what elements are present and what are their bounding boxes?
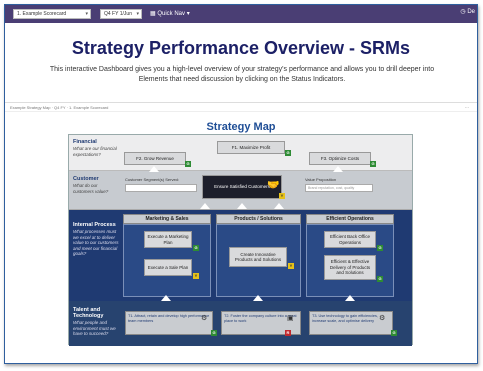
objective-efficient-delivery[interactable]: Efficient & Effective Delivery of Produc… bbox=[324, 255, 376, 280]
status-indicator-products[interactable]: Y bbox=[288, 263, 294, 269]
arrow-up-icon bbox=[237, 203, 247, 209]
objective-t1[interactable]: T1. Attract, retain and develop high per… bbox=[125, 311, 213, 335]
top-right-label: De bbox=[467, 9, 475, 15]
arrow-up-icon bbox=[333, 166, 343, 172]
objective-label: T1. Attract, retain and develop high per… bbox=[128, 314, 210, 323]
internal-process-question: What processes must we excel at to deliv… bbox=[73, 229, 119, 256]
page-title: Strategy Performance Overview - SRMs bbox=[71, 38, 411, 58]
scorecard-select-value: 1. Example Scorecard bbox=[17, 11, 67, 17]
objective-label: F1. Maximize Profit bbox=[231, 144, 271, 150]
objective-label: Create Innovative Products and Solutions bbox=[234, 251, 282, 263]
status-indicator-marketing[interactable]: G bbox=[193, 245, 199, 251]
handshake-icon: 🤝 bbox=[267, 180, 280, 191]
people-icon: ⚙ bbox=[201, 315, 208, 322]
objective-execute-marketing-plan[interactable]: Execute a Marketing Plan bbox=[144, 231, 192, 248]
value-proposition-label: Value Proposition bbox=[305, 177, 337, 182]
customer-label: Customer What do our customers value? bbox=[73, 176, 119, 194]
objective-label: F2. Grow Revenue bbox=[136, 155, 174, 161]
customer-segments-field[interactable] bbox=[125, 184, 197, 192]
financial-band: Financial What are our financial expecta… bbox=[69, 135, 412, 171]
building-icon: ▣ bbox=[287, 315, 294, 322]
status-indicator-f1[interactable]: G bbox=[285, 150, 291, 156]
grid-icon: ▦ bbox=[150, 11, 156, 17]
column-marketing-sales-heading: Marketing & Sales bbox=[123, 214, 211, 224]
period-select-value: Q4 FY 1/Jun bbox=[104, 11, 132, 17]
objective-efficient-back-office[interactable]: Efficient Back Office Operations bbox=[324, 231, 376, 248]
quick-nav-label: Quick Nav bbox=[157, 11, 186, 17]
top-toolbar: 1. Example Scorecard ▾ Q4 FY 1/Jun ▾ ▦ Q… bbox=[5, 5, 477, 23]
arrow-up-icon bbox=[200, 203, 210, 209]
status-indicator-back-office[interactable]: G bbox=[377, 245, 383, 251]
talent-technology-question: What people and environment must we have… bbox=[73, 320, 116, 336]
strategy-map: Financial What are our financial expecta… bbox=[68, 134, 413, 346]
status-indicator-t3[interactable]: G bbox=[391, 330, 397, 336]
internal-process-band: Internal Process What processes must we … bbox=[69, 210, 412, 301]
clock-icon: ◷ bbox=[460, 9, 466, 15]
objective-label: Efficient & Effective Delivery of Produc… bbox=[329, 259, 371, 276]
internal-process-heading: Internal Process bbox=[73, 222, 116, 228]
breadcrumb-text[interactable]: Example Strategy Map · Q4 FY · 1. Exampl… bbox=[10, 105, 108, 110]
customer-segments-label: Customer Segment(s) Served: bbox=[125, 177, 180, 182]
objective-f1[interactable]: F1. Maximize Profit bbox=[217, 141, 285, 154]
column-efficient-operations-heading: Efficient Operations bbox=[306, 214, 394, 224]
page-description: This interactive Dashboard gives you a h… bbox=[49, 66, 435, 83]
status-indicator-delivery[interactable]: G bbox=[377, 276, 383, 282]
column-products-solutions-heading: Products / Solutions bbox=[216, 214, 301, 224]
talent-technology-label: Talent and Technology What people and en… bbox=[73, 307, 119, 337]
objective-label: T2. Foster the company culture into a gr… bbox=[224, 314, 297, 323]
talent-technology-heading: Talent and Technology bbox=[73, 307, 104, 319]
objective-label: Efficient Back Office Operations bbox=[329, 234, 371, 245]
customer-question: What do our customers value? bbox=[73, 183, 109, 194]
value-proposition-field[interactable]: Brand reputation, cost, quality bbox=[305, 184, 373, 192]
financial-question: What are our financial expectations? bbox=[73, 146, 117, 157]
objective-label: Ensure Satisfied Customers bbox=[214, 184, 270, 190]
strategy-map-title: Strategy Map bbox=[206, 121, 276, 133]
customer-heading: Customer bbox=[73, 176, 99, 182]
internal-process-label: Internal Process What processes must we … bbox=[73, 222, 119, 257]
status-indicator-customer[interactable]: Y bbox=[279, 193, 285, 199]
objective-label: Execute a Sale Plan bbox=[147, 264, 189, 270]
breadcrumb: Example Strategy Map · Q4 FY · 1. Exampl… bbox=[5, 102, 477, 112]
top-right-menu[interactable]: ◷ De bbox=[460, 8, 475, 15]
objective-f2[interactable]: F2. Grow Revenue bbox=[124, 152, 186, 165]
status-indicator-t2[interactable]: R bbox=[285, 330, 291, 336]
objective-execute-sale-plan[interactable]: Execute a Sale Plan bbox=[144, 259, 192, 276]
status-indicator-f2[interactable]: G bbox=[185, 161, 191, 167]
objective-create-innovative-products[interactable]: Create Innovative Products and Solutions bbox=[229, 247, 287, 267]
talent-technology-band: Talent and Technology What people and en… bbox=[69, 301, 412, 346]
status-indicator-t1[interactable]: G bbox=[211, 330, 217, 336]
chevron-down-icon: ▾ bbox=[186, 11, 190, 17]
financial-label: Financial What are our financial expecta… bbox=[73, 139, 119, 157]
more-options-icon[interactable]: ... bbox=[465, 103, 469, 112]
quick-nav-button[interactable]: ▦ Quick Nav ▾ bbox=[150, 9, 190, 19]
status-indicator-f3[interactable]: G bbox=[370, 161, 376, 167]
scorecard-select[interactable]: 1. Example Scorecard ▾ bbox=[13, 9, 91, 19]
chevron-down-icon: ▾ bbox=[136, 11, 139, 17]
status-indicator-sales[interactable]: Y bbox=[193, 273, 199, 279]
objective-label: Execute a Marketing Plan bbox=[147, 234, 189, 245]
objective-label: T3. Use technology to gain efficiencies,… bbox=[312, 314, 378, 323]
dashboard-window: 1. Example Scorecard ▾ Q4 FY 1/Jun ▾ ▦ Q… bbox=[4, 4, 478, 364]
objective-label: F3. Optimize Costs bbox=[320, 155, 360, 161]
arrow-up-icon bbox=[274, 203, 284, 209]
financial-heading: Financial bbox=[73, 139, 97, 145]
period-select[interactable]: Q4 FY 1/Jun ▾ bbox=[100, 9, 142, 19]
objective-f3[interactable]: F3. Optimize Costs bbox=[309, 152, 371, 165]
arrow-up-icon bbox=[149, 166, 159, 172]
technology-icon: ⚙ bbox=[379, 315, 386, 322]
chevron-down-icon: ▾ bbox=[85, 11, 88, 17]
